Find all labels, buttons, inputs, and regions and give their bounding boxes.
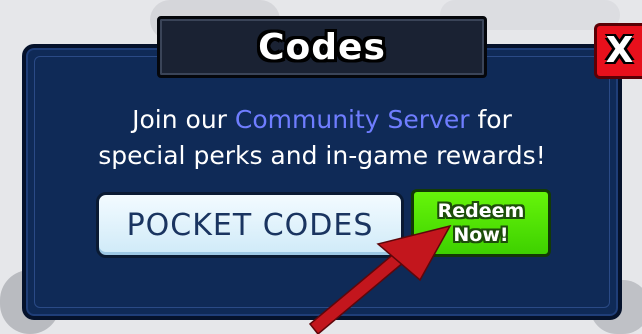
pocket-codes-label: POCKET CODES bbox=[126, 207, 374, 243]
message-line-2: special perks and in-game rewards! bbox=[98, 141, 546, 170]
redeem-now-label: Redeem Now! bbox=[437, 200, 525, 246]
close-button[interactable]: X bbox=[594, 23, 642, 79]
redeem-now-button[interactable]: Redeem Now! bbox=[411, 189, 551, 257]
community-server-link[interactable]: Community Server bbox=[235, 105, 470, 134]
pocket-codes-input[interactable]: POCKET CODES bbox=[96, 192, 404, 258]
dialog-inner-border bbox=[34, 56, 610, 308]
message-text: Join our bbox=[132, 105, 235, 134]
close-icon: X bbox=[605, 30, 634, 71]
dialog-title: Codes bbox=[258, 26, 386, 68]
dialog-title-tab: Codes bbox=[157, 16, 487, 78]
message-text: for bbox=[469, 105, 512, 134]
dialog-message: Join our Community Server for special pe… bbox=[40, 102, 604, 174]
message-line-1: Join our Community Server for bbox=[40, 102, 604, 138]
codes-dialog bbox=[22, 44, 622, 320]
